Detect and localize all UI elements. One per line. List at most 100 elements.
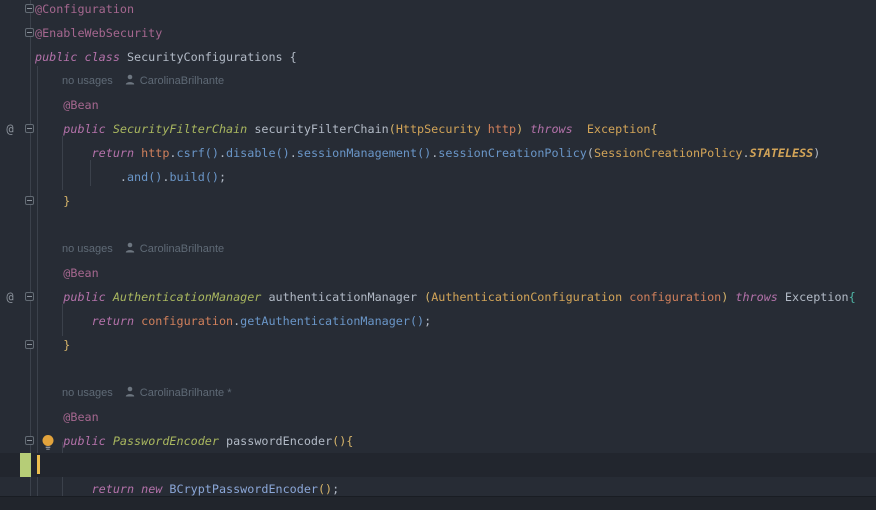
vcs-added-marker[interactable] bbox=[20, 453, 31, 477]
intention-bulb-icon[interactable] bbox=[41, 433, 55, 450]
code-line[interactable]: @ public SecurityFilterChain securityFil… bbox=[0, 117, 876, 141]
code-token: @Configuration bbox=[35, 2, 135, 16]
code-line[interactable]: } bbox=[0, 189, 876, 213]
code-line[interactable]: @ public AuthenticationManager authentic… bbox=[0, 285, 876, 309]
code-token: passwordEncoder bbox=[218, 434, 333, 448]
code-token: throws bbox=[523, 122, 587, 136]
usage-author-hint[interactable]: no usages CarolinaBrilhante bbox=[35, 69, 876, 93]
author-hint[interactable]: CarolinaBrilhante bbox=[140, 237, 224, 261]
author-hint[interactable]: CarolinaBrilhante bbox=[140, 69, 224, 93]
person-icon bbox=[125, 238, 135, 262]
code-token: @EnableWebSecurity bbox=[35, 26, 163, 40]
fold-toggle-icon[interactable] bbox=[25, 292, 34, 301]
code-token: new bbox=[141, 482, 170, 496]
code-token: return bbox=[91, 314, 142, 328]
code-token: AuthenticationConfiguration bbox=[431, 290, 623, 304]
inlay-hint-row[interactable]: no usages CarolinaBrilhante * bbox=[0, 381, 876, 405]
code-line-text: } bbox=[35, 333, 876, 357]
inlay-hint-row[interactable]: no usages CarolinaBrilhante bbox=[0, 237, 876, 261]
author-hint[interactable]: CarolinaBrilhante * bbox=[140, 381, 232, 405]
fold-toggle-icon[interactable] bbox=[25, 196, 34, 205]
code-line[interactable] bbox=[0, 453, 876, 477]
code-line[interactable]: @Bean bbox=[0, 261, 876, 285]
bottom-panel-edge bbox=[0, 496, 876, 510]
code-line[interactable] bbox=[0, 357, 876, 381]
code-line-text: @Configuration bbox=[35, 0, 876, 21]
no-usages-hint[interactable]: no usages bbox=[62, 237, 113, 261]
code-lines: @Configuration @EnableWebSecurity public c… bbox=[0, 0, 876, 510]
code-token: throws bbox=[728, 290, 785, 304]
code-token: () bbox=[275, 146, 290, 160]
code-token: () bbox=[417, 146, 432, 160]
fold-toggle-icon[interactable] bbox=[25, 4, 34, 13]
text-caret bbox=[37, 455, 40, 474]
code-token: ( bbox=[586, 146, 594, 160]
code-token: } bbox=[63, 338, 71, 352]
fold-toggle-icon[interactable] bbox=[25, 340, 34, 349]
code-line[interactable]: return configuration.getAuthenticationMa… bbox=[0, 309, 876, 333]
code-token: @Bean bbox=[63, 98, 99, 112]
code-line[interactable] bbox=[0, 213, 876, 237]
code-line-text: return http.csrf().disable().sessionMana… bbox=[35, 141, 876, 165]
no-usages-hint[interactable]: no usages bbox=[62, 381, 113, 405]
code-token: securityFilterChain bbox=[247, 122, 389, 136]
code-token: @Bean bbox=[63, 266, 99, 280]
code-line-text: public AuthenticationManager authenticat… bbox=[35, 285, 876, 309]
code-line-text: .and().build(); bbox=[35, 165, 876, 189]
code-token: public bbox=[63, 434, 113, 448]
code-token: Exception bbox=[586, 122, 651, 136]
code-token: build bbox=[169, 170, 205, 184]
code-token: . bbox=[289, 146, 297, 160]
code-line[interactable]: public class SecurityConfigurations { bbox=[0, 45, 876, 69]
code-token: . bbox=[218, 146, 227, 160]
no-usages-hint[interactable]: no usages bbox=[62, 69, 113, 93]
code-token: . bbox=[742, 146, 750, 160]
code-token: configuration bbox=[141, 314, 234, 328]
code-line[interactable]: public PasswordEncoder passwordEncoder()… bbox=[0, 429, 876, 453]
code-line[interactable]: @EnableWebSecurity bbox=[0, 21, 876, 45]
usage-author-hint[interactable]: no usages CarolinaBrilhante bbox=[35, 237, 876, 261]
code-token: sessionCreationPolicy bbox=[438, 146, 587, 160]
code-token: SecurityFilterChain bbox=[112, 122, 248, 136]
code-token: HttpSecurity bbox=[395, 122, 481, 136]
code-line[interactable]: @Configuration bbox=[0, 0, 876, 21]
code-line[interactable]: return http.csrf().disable().sessionMana… bbox=[0, 141, 876, 165]
code-line-text: @Bean bbox=[35, 93, 876, 117]
fold-toggle-icon[interactable] bbox=[25, 124, 34, 133]
code-token: ( bbox=[388, 122, 396, 136]
code-token: public bbox=[63, 122, 113, 136]
annotation-at-icon: @ bbox=[6, 122, 14, 136]
code-token: disable bbox=[226, 146, 276, 160]
code-line-text: public PasswordEncoder passwordEncoder()… bbox=[35, 429, 876, 453]
code-token: ; bbox=[218, 170, 227, 184]
code-token: ; bbox=[424, 314, 432, 328]
code-token: ; bbox=[332, 482, 340, 496]
code-token: STATELESS bbox=[749, 146, 814, 160]
code-token: SecurityConfigurations { bbox=[119, 50, 297, 64]
inlay-hint-row[interactable]: no usages CarolinaBrilhante bbox=[0, 69, 876, 93]
code-line[interactable]: @Bean bbox=[0, 405, 876, 429]
fold-toggle-icon[interactable] bbox=[25, 436, 34, 445]
code-token: authenticationManager bbox=[261, 290, 425, 304]
code-line-text: public class SecurityConfigurations { bbox=[35, 45, 876, 69]
fold-toggle-icon[interactable] bbox=[25, 28, 34, 37]
code-line[interactable]: @Bean bbox=[0, 93, 876, 117]
code-token: SessionCreationPolicy bbox=[593, 146, 743, 160]
code-line[interactable]: } bbox=[0, 333, 876, 357]
code-line[interactable]: .and().build(); bbox=[0, 165, 876, 189]
code-editor[interactable]: @Configuration @EnableWebSecurity public c… bbox=[0, 0, 876, 510]
code-token: csrf bbox=[176, 146, 205, 160]
annotation-at-icon: @ bbox=[6, 290, 14, 304]
code-token: getAuthenticationManager bbox=[240, 314, 410, 328]
code-line-text: public SecurityFilterChain securityFilte… bbox=[35, 117, 876, 141]
code-token: Exception bbox=[784, 290, 849, 304]
usage-author-hint[interactable]: no usages CarolinaBrilhante * bbox=[35, 381, 876, 405]
code-token: () bbox=[148, 170, 163, 184]
